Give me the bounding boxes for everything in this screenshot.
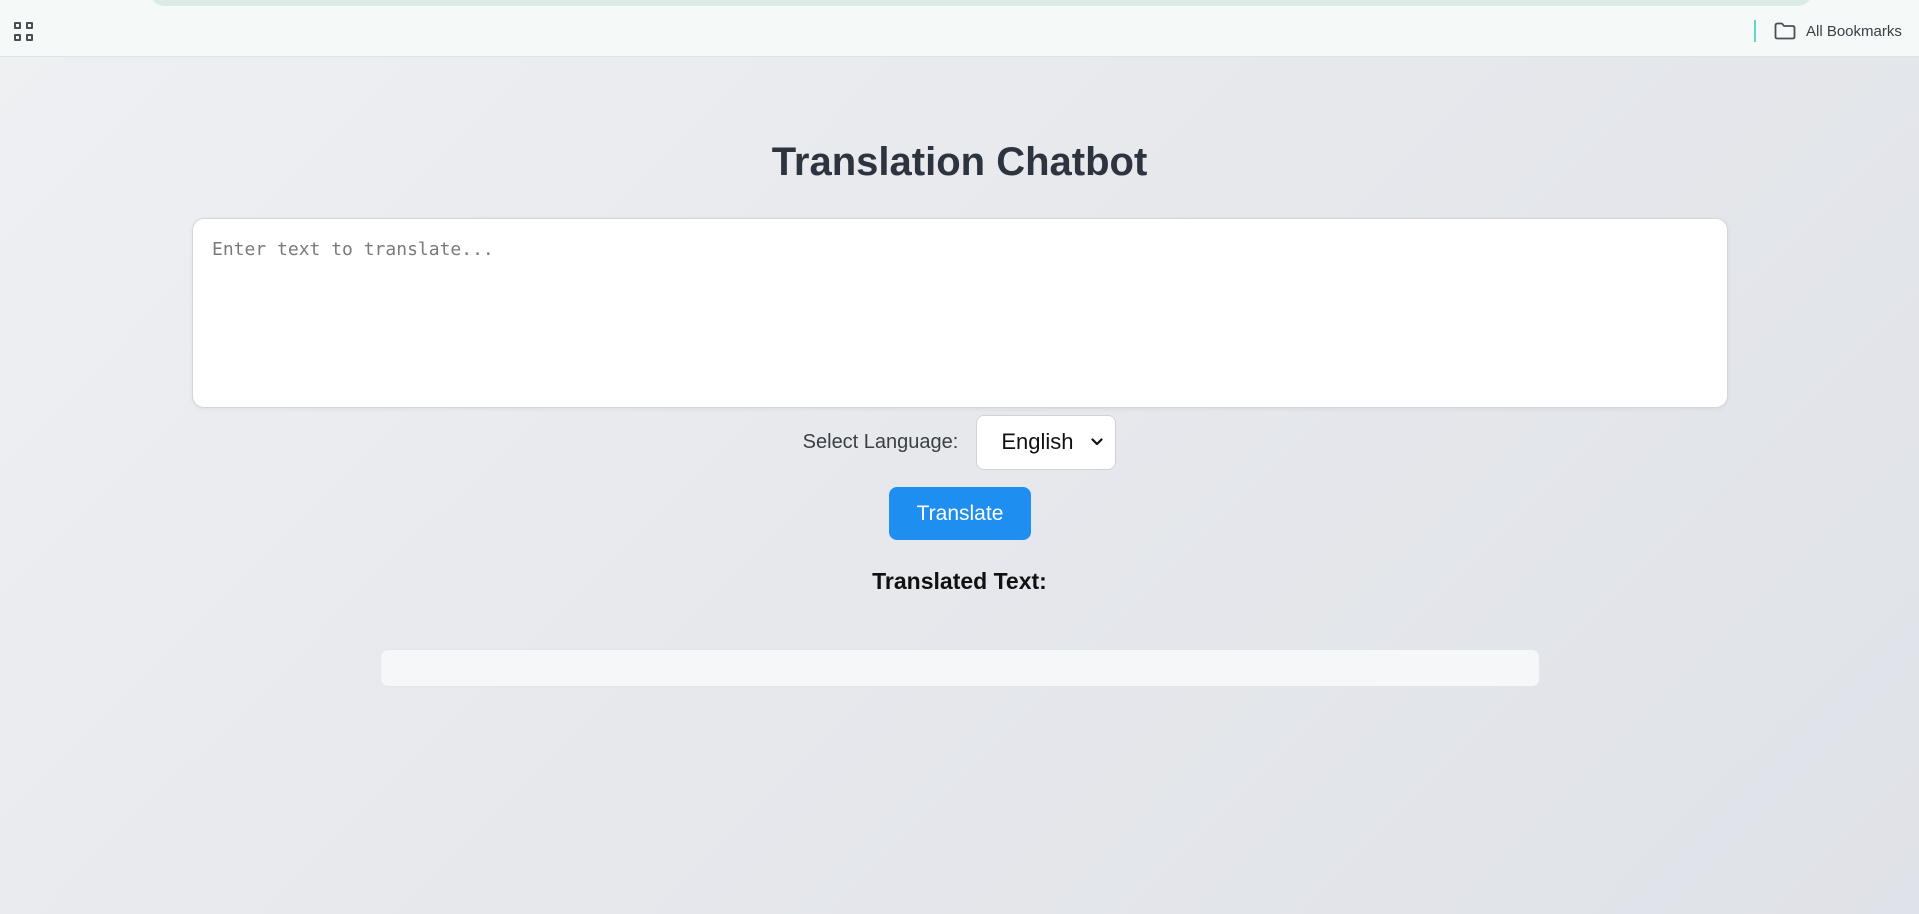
bookmarks-bar: All Bookmarks	[0, 0, 1919, 57]
language-selected-value: English	[1001, 429, 1074, 454]
translate-input[interactable]	[192, 218, 1728, 408]
language-row: Select Language: English	[0, 414, 1919, 470]
language-select[interactable]: English	[976, 414, 1117, 470]
apps-grid-icon[interactable]	[14, 22, 33, 41]
folder-icon	[1774, 22, 1796, 40]
omnibox-edge	[150, 0, 1812, 6]
bookmarks-divider	[1754, 20, 1756, 42]
all-bookmarks-button[interactable]: All Bookmarks	[1774, 18, 1902, 44]
translated-text-output	[380, 649, 1540, 687]
chevron-down-icon	[1091, 438, 1103, 446]
all-bookmarks-label: All Bookmarks	[1806, 22, 1902, 40]
translated-text-heading: Translated Text:	[872, 568, 1047, 594]
translate-button[interactable]: Translate	[889, 487, 1031, 540]
language-label: Select Language:	[802, 430, 959, 453]
page-title: Translation Chatbot	[771, 140, 1148, 184]
